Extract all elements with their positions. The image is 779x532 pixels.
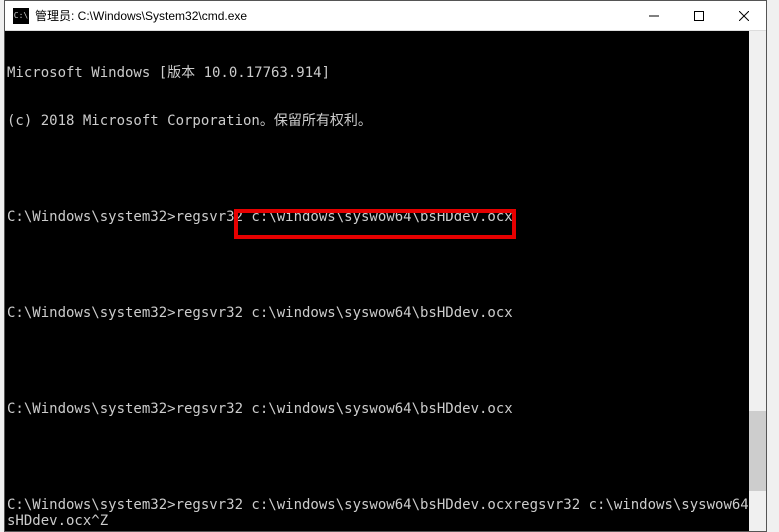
vertical-scrollbar[interactable]	[749, 31, 766, 531]
cmd-icon: C:\	[13, 8, 29, 24]
window-controls	[631, 1, 766, 30]
terminal-line	[7, 257, 766, 273]
terminal-area[interactable]: Microsoft Windows [版本 10.0.17763.914] (c…	[5, 31, 766, 531]
terminal-line: C:\Windows\system32>regsvr32 c:\windows\…	[7, 305, 766, 321]
terminal-line	[7, 353, 766, 369]
maximize-icon	[694, 11, 704, 21]
scrollbar-thumb[interactable]	[749, 411, 766, 491]
terminal-line: Microsoft Windows [版本 10.0.17763.914]	[7, 65, 766, 81]
terminal-line: C:\Windows\system32>regsvr32 c:\windows\…	[7, 401, 766, 417]
maximize-button[interactable]	[676, 1, 721, 30]
close-button[interactable]	[721, 1, 766, 30]
window-title: 管理员: C:\Windows\System32\cmd.exe	[35, 7, 631, 24]
terminal-line: C:\Windows\system32>regsvr32 c:\windows\…	[7, 209, 766, 225]
terminal-line	[7, 161, 766, 177]
minimize-icon	[649, 11, 659, 21]
minimize-button[interactable]	[631, 1, 676, 30]
cmd-window: C:\ 管理员: C:\Windows\System32\cmd.exe Mic…	[4, 0, 767, 532]
close-icon	[739, 11, 749, 21]
terminal-line	[7, 449, 766, 465]
terminal-line: (c) 2018 Microsoft Corporation。保留所有权利。	[7, 113, 766, 129]
terminal-line: C:\Windows\system32>regsvr32 c:\windows\…	[7, 497, 766, 529]
titlebar: C:\ 管理员: C:\Windows\System32\cmd.exe	[5, 1, 766, 31]
